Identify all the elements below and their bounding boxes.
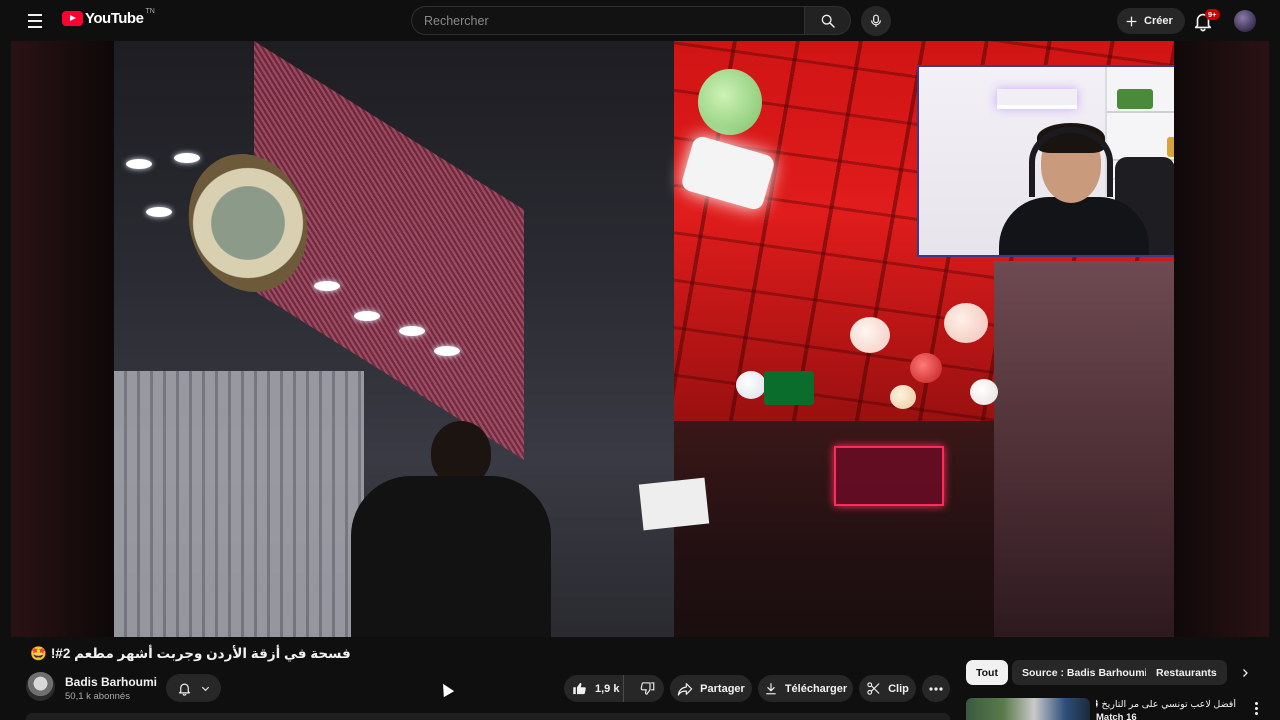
recommended-video-thumbnail[interactable] xyxy=(966,698,1090,720)
like-count: 1,9 k xyxy=(595,682,620,695)
subscriber-count: 50,1 k abonnés xyxy=(65,691,130,702)
headset xyxy=(1029,127,1113,197)
paper-lantern xyxy=(698,69,762,135)
paper-lantern xyxy=(850,317,890,353)
dislike-button[interactable] xyxy=(631,675,664,702)
clip-label: Clip xyxy=(888,682,909,695)
account-avatar[interactable] xyxy=(1234,10,1256,32)
scissors-icon xyxy=(867,682,880,695)
more-horizontal-icon xyxy=(929,686,943,691)
plus-icon xyxy=(1126,16,1137,26)
chevron-right-icon xyxy=(1242,668,1248,677)
youtube-logo[interactable]: YouTube TN xyxy=(62,8,155,27)
voice-search-button[interactable] xyxy=(861,6,891,36)
paper-lantern xyxy=(970,379,998,405)
share-button[interactable]: Partager xyxy=(670,675,752,702)
download-icon xyxy=(766,683,776,695)
mouse-cursor xyxy=(437,680,455,698)
price-sign xyxy=(638,477,710,531)
thumbs-down-icon xyxy=(640,682,655,695)
recommended-video-title[interactable]: أفضل لاعب تونسي على مر التاريخ ⚽ xyxy=(1096,699,1236,710)
person-walking xyxy=(351,421,551,637)
search-input[interactable] xyxy=(411,6,804,35)
top-bar: YouTube TN Créer 9+ xyxy=(0,0,1280,41)
search-button[interactable] xyxy=(804,6,851,35)
title-emoji: 🤩 xyxy=(30,646,47,661)
ceiling-light xyxy=(314,281,340,291)
ceiling-light xyxy=(146,207,172,217)
video-frame[interactable] xyxy=(114,41,1174,637)
paper-lantern xyxy=(910,353,942,383)
clip-button[interactable]: Clip xyxy=(859,675,916,702)
share-label: Partager xyxy=(700,682,745,695)
jewelry-shelf xyxy=(114,571,364,637)
paper-lantern xyxy=(944,303,988,343)
create-button[interactable]: Créer xyxy=(1117,8,1185,34)
microphone-icon xyxy=(871,14,881,27)
ceiling-light xyxy=(399,326,425,336)
ceiling-light xyxy=(126,159,152,169)
logo-country-code: TN xyxy=(145,8,155,15)
video-player xyxy=(11,41,1269,637)
share-arrow-icon xyxy=(677,682,693,696)
like-dislike-group: 1,9 k xyxy=(564,675,664,702)
shop-sign xyxy=(764,371,814,405)
more-actions-button[interactable] xyxy=(922,675,950,702)
ceiling-light xyxy=(354,311,380,321)
chip-all[interactable]: Tout xyxy=(966,660,1008,685)
chips-next-button[interactable] xyxy=(1232,660,1257,685)
alley-wall xyxy=(994,261,1174,637)
search-bar xyxy=(411,6,851,35)
video-title-text: فسحة في أزقة الأردن وجربت أشهر مطعم 2#! xyxy=(50,646,351,661)
notifications-badge: 9+ xyxy=(1205,9,1220,20)
like-button[interactable]: 1,9 k xyxy=(564,675,624,702)
channel-name[interactable]: Badis Barhoumi xyxy=(65,675,157,689)
search-icon xyxy=(821,14,835,28)
chip-source-channel[interactable]: Source : Badis Barhoumi xyxy=(1012,660,1158,685)
thumbs-up-icon xyxy=(573,682,586,695)
download-label: Télécharger xyxy=(784,682,848,695)
subscription-notifications-button[interactable] xyxy=(166,674,221,702)
ceiling-light xyxy=(174,153,200,163)
chevron-down-icon xyxy=(201,686,209,691)
channel-avatar[interactable] xyxy=(26,672,55,701)
restaurant-neon-sign xyxy=(834,446,944,506)
recommended-video-subtitle: Match 16 xyxy=(1096,712,1137,720)
ceiling-light xyxy=(434,346,460,356)
paper-lantern xyxy=(736,371,766,399)
menu-icon[interactable] xyxy=(22,8,48,34)
bell-icon xyxy=(178,683,190,696)
neon-decoration xyxy=(997,89,1077,109)
video-title: 🤩 فسحة في أزقة الأردن وجربت أشهر مطعم 2#… xyxy=(30,646,630,662)
create-label: Créer xyxy=(1144,15,1173,27)
youtube-play-icon xyxy=(62,11,83,26)
recommended-video-menu-icon[interactable] xyxy=(1250,700,1262,720)
jewelry-shelf xyxy=(114,471,364,571)
webcam-overlay xyxy=(917,65,1174,257)
description-box[interactable] xyxy=(26,713,950,720)
logo-text: YouTube xyxy=(85,10,144,27)
paper-lantern xyxy=(890,385,916,409)
chip-restaurants[interactable]: Restaurants xyxy=(1146,660,1227,685)
streamer-body xyxy=(999,197,1149,255)
jewelry-shelf xyxy=(114,371,364,471)
download-button[interactable]: Télécharger xyxy=(758,675,853,702)
